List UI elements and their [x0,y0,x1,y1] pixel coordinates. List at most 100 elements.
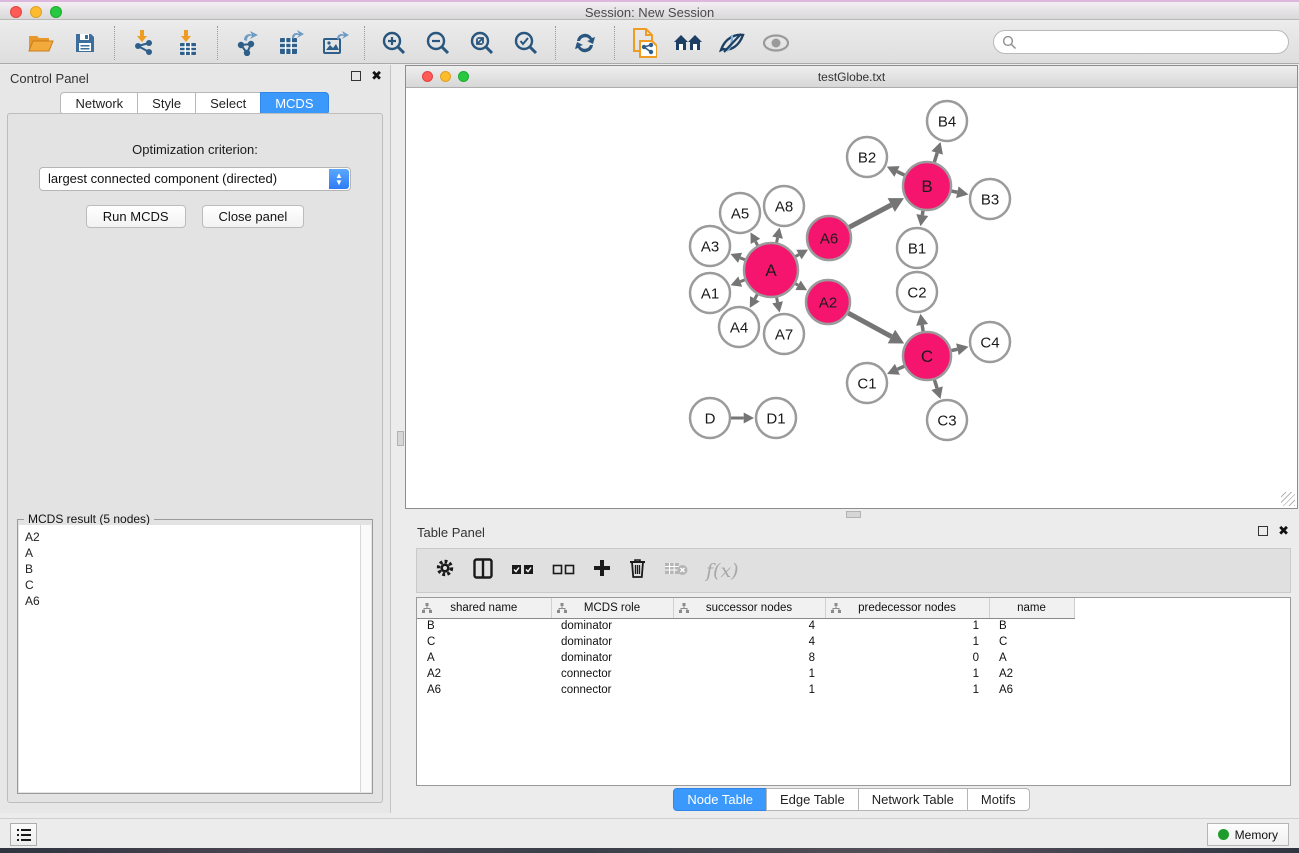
graph-edge-A-A4[interactable] [755,294,757,298]
tab-select[interactable]: Select [195,92,261,115]
table-row[interactable]: A6connector11A6 [417,682,1074,698]
show-column-icon[interactable] [473,558,493,584]
table-cell[interactable]: 1 [673,682,825,698]
table-cell[interactable]: 0 [825,650,989,666]
network-window-titlebar[interactable]: testGlobe.txt [406,66,1297,88]
graph-edge-C-C2[interactable] [922,325,923,331]
table-cell[interactable]: C [989,634,1074,650]
criterion-select[interactable]: largest connected component (directed) ▲… [39,167,351,191]
graph-edge-A-A3[interactable] [740,258,745,260]
memory-button[interactable]: Memory [1207,823,1289,846]
export-table-icon[interactable] [276,28,306,58]
close-panel-button[interactable]: Close panel [202,205,305,228]
network-canvas[interactable]: AA6A2BCA5A8A3A1A4A7B2B4B3B1C2C4C1C3DD1 [406,89,1297,508]
select-all-rows-icon[interactable] [511,562,534,580]
graph-edge-A6-B[interactable] [849,205,891,227]
graph-edge-C-C4[interactable] [951,349,957,350]
tab-motifs[interactable]: Motifs [967,788,1030,811]
table-cell[interactable]: A6 [989,682,1074,698]
table-cell[interactable]: A2 [989,666,1074,682]
graph-edge-A-A1[interactable] [740,280,745,282]
table-cell[interactable]: B [989,618,1074,634]
table-row[interactable]: Adominator80A [417,650,1074,666]
table-cell[interactable]: A6 [417,682,551,698]
new-network-from-file-icon[interactable] [629,28,659,58]
toggle-graphics-details-icon[interactable] [717,28,747,58]
function-builder-icon[interactable]: f(x) [706,560,739,582]
save-session-icon[interactable] [70,28,100,58]
table-cell[interactable]: 1 [825,666,989,682]
tab-style[interactable]: Style [137,92,196,115]
tab-node-table[interactable]: Node Table [673,788,767,811]
table-cell[interactable]: connector [551,682,673,698]
table-cell[interactable]: 4 [673,634,825,650]
node-table[interactable]: shared nameMCDS rolesuccessor nodesprede… [416,597,1291,786]
close-table-panel-icon[interactable]: ✖ [1278,526,1289,536]
export-image-icon[interactable] [320,28,350,58]
table-cell[interactable]: connector [551,666,673,682]
graph-edge-B-B3[interactable] [951,191,957,192]
open-file-icon[interactable] [26,28,56,58]
mcds-result-item[interactable]: C [25,577,354,593]
table-cell[interactable]: 4 [673,618,825,634]
column-header[interactable]: name [989,598,1074,618]
mcds-result-item[interactable]: A6 [25,593,354,609]
export-network-icon[interactable] [232,28,262,58]
table-cell[interactable]: dominator [551,650,673,666]
close-panel-icon[interactable]: ✖ [371,71,382,81]
graph-edge-B-B2[interactable] [897,172,904,176]
graph-edge-C-C3[interactable] [934,380,937,388]
table-row[interactable]: Cdominator41C [417,634,1074,650]
graph-edge-A-A8[interactable] [777,238,778,243]
network-graph[interactable]: AA6A2BCA5A8A3A1A4A7B2B4B3B1C2C4C1C3DD1 [406,89,1297,508]
float-table-panel-icon[interactable] [1258,526,1268,536]
zoom-in-icon[interactable] [379,28,409,58]
table-cell[interactable]: 1 [825,618,989,634]
graph-edge-B-B1[interactable] [922,211,923,215]
tab-network-table[interactable]: Network Table [858,788,968,811]
table-cell[interactable]: A [417,650,551,666]
run-mcds-button[interactable]: Run MCDS [86,205,186,228]
graph-edge-A-A2[interactable] [795,284,798,286]
result-scrollbar[interactable] [360,525,371,792]
column-header[interactable]: successor nodes [673,598,825,618]
hubba-houses-icon[interactable] [673,28,703,58]
mcds-result-item[interactable]: A2 [25,529,354,545]
delete-table-icon[interactable] [664,561,688,581]
table-cell[interactable]: dominator [551,618,673,634]
import-table-icon[interactable] [173,28,203,58]
table-cell[interactable]: B [417,618,551,634]
table-cell[interactable]: C [417,634,551,650]
graph-edge-A-A6[interactable] [796,255,799,257]
tab-edge-table[interactable]: Edge Table [766,788,859,811]
table-cell[interactable]: 1 [825,682,989,698]
table-cell[interactable]: 1 [673,666,825,682]
search-input[interactable] [1017,33,1288,51]
column-header[interactable]: MCDS role [551,598,673,618]
float-panel-icon[interactable] [351,71,361,81]
table-cell[interactable]: A [989,650,1074,666]
vertical-splitter-handle[interactable] [397,431,404,446]
zoom-fit-icon[interactable] [467,28,497,58]
graph-edge-C-C1[interactable] [897,366,904,369]
import-network-icon[interactable] [129,28,159,58]
graph-edge-A-A7[interactable] [777,297,778,302]
column-header[interactable]: shared name [417,598,551,618]
add-column-icon[interactable] [593,559,611,582]
search-box[interactable] [993,30,1289,54]
graph-edge-B-B4[interactable] [934,153,937,162]
window-resize-grip[interactable] [1281,492,1295,506]
table-cell[interactable]: dominator [551,634,673,650]
graph-edge-A2-C[interactable] [848,313,891,337]
tab-network[interactable]: Network [60,92,138,115]
delete-column-icon[interactable] [629,558,646,583]
table-row[interactable]: Bdominator41B [417,618,1074,634]
column-header[interactable]: predecessor nodes [825,598,989,618]
table-row[interactable]: A2connector11A2 [417,666,1074,682]
table-settings-icon[interactable] [435,558,455,583]
mcds-result-list[interactable]: A2ABCA6 [19,525,360,792]
tab-mcds[interactable]: MCDS [260,92,328,115]
zoom-selected-icon[interactable] [511,28,541,58]
table-cell[interactable]: 1 [825,634,989,650]
eye-icon[interactable] [761,28,791,58]
